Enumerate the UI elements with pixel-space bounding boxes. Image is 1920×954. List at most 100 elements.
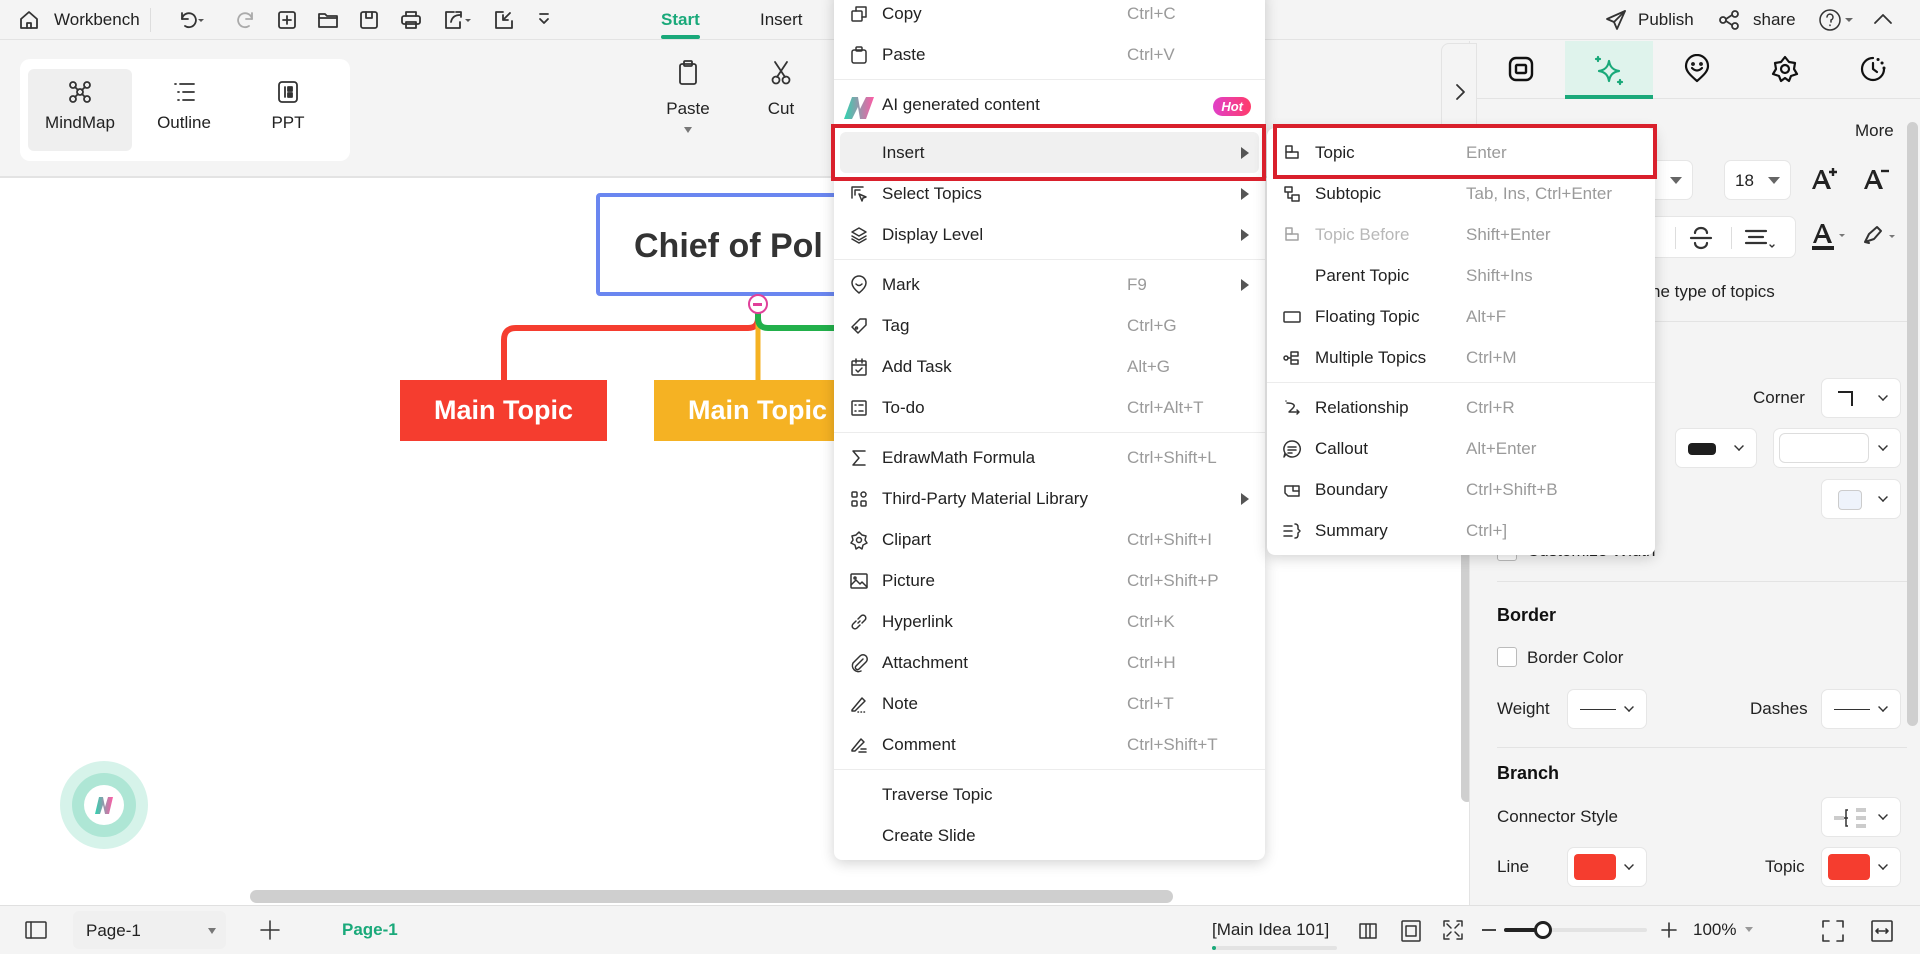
publish-icon[interactable] xyxy=(1604,9,1628,31)
menu-item-create-slide[interactable]: Create Slide xyxy=(840,815,1259,856)
menu-item-third-party-material-library[interactable]: Third-Party Material Library xyxy=(840,478,1259,519)
page-tab[interactable]: Page-1 xyxy=(342,920,398,940)
menu-item-floating-topic[interactable]: Floating Topic Alt+F xyxy=(1273,296,1649,337)
more-link[interactable]: More xyxy=(1855,121,1894,141)
line-color-select[interactable] xyxy=(1567,847,1647,887)
highlight-icon[interactable] xyxy=(1860,222,1900,250)
tab-mark[interactable] xyxy=(1653,41,1741,99)
fit-screen-icon[interactable] xyxy=(1442,919,1464,941)
ai-assistant-button[interactable] xyxy=(60,761,148,849)
menu-item-shortcut: Ctrl+Shift+I xyxy=(1127,530,1213,549)
book-icon[interactable] xyxy=(1357,920,1379,942)
menu-item-add-task[interactable]: Add Task Alt+G xyxy=(840,346,1259,387)
main-topic[interactable]: Main Topic xyxy=(400,380,607,441)
menu-item-subtopic[interactable]: Subtopic Tab, Ins, Ctrl+Enter xyxy=(1273,173,1649,214)
canvas-horizontal-scrollbar[interactable] xyxy=(250,890,1173,903)
menu-item-select-topics[interactable]: Select Topics xyxy=(840,173,1259,214)
menu-item-insert[interactable]: Insert xyxy=(840,132,1259,173)
menu-item-relationship[interactable]: Relationship Ctrl+R xyxy=(1273,387,1649,428)
zoom-in-icon[interactable] xyxy=(1660,919,1678,941)
history-icon xyxy=(1860,56,1886,82)
menu-item-clipart[interactable]: Clipart Ctrl+Shift+I xyxy=(840,519,1259,560)
menu-item-summary[interactable]: Summary Ctrl+] xyxy=(1273,510,1649,551)
todo-icon xyxy=(849,398,869,418)
menu-separator xyxy=(834,769,1265,770)
tab-clipart[interactable] xyxy=(1741,41,1829,99)
menu-item-hyperlink[interactable]: Hyperlink Ctrl+K xyxy=(840,601,1259,642)
topic-color-select[interactable] xyxy=(1821,847,1901,887)
menu-item-attachment[interactable]: Attachment Ctrl+H xyxy=(840,642,1259,683)
menu-item-parent-topic[interactable]: Parent Topic Shift+Ins xyxy=(1273,255,1649,296)
share-icon[interactable] xyxy=(1717,9,1741,31)
publish-button[interactable]: Publish xyxy=(1638,10,1694,30)
menu-item-shortcut: Tab, Ins, Ctrl+Enter xyxy=(1466,184,1612,203)
shape-fill-select[interactable] xyxy=(1773,428,1901,468)
add-page-icon[interactable] xyxy=(258,918,282,942)
menu-item-shortcut: Ctrl+V xyxy=(1127,45,1175,64)
menu-item-ai-generated-content[interactable]: AI generated content Hot xyxy=(840,84,1259,132)
menu-item-picture[interactable]: Picture Ctrl+Shift+P xyxy=(840,560,1259,601)
connector-style-select[interactable] xyxy=(1821,797,1901,837)
border-color-checkbox[interactable] xyxy=(1497,647,1517,667)
menu-item-shortcut: Ctrl+Shift+B xyxy=(1466,480,1558,499)
menu-item-comment[interactable]: Comment Ctrl+Shift+T xyxy=(840,724,1259,765)
align-icon[interactable] xyxy=(1743,225,1777,251)
menu-item-paste[interactable]: Paste Ctrl+V xyxy=(840,34,1259,75)
zoom-slider-knob[interactable] xyxy=(1533,921,1552,939)
menu-item-copy[interactable]: Copy Ctrl+C xyxy=(840,0,1259,34)
menu-item-display-level[interactable]: Display Level xyxy=(840,214,1259,255)
fullscreen-icon[interactable] xyxy=(1821,919,1845,943)
strikethrough-icon[interactable] xyxy=(1688,225,1714,251)
zoom-out-icon[interactable] xyxy=(1482,929,1496,931)
zoom-slider[interactable] xyxy=(1504,921,1647,939)
increase-font-icon[interactable] xyxy=(1809,165,1839,193)
fit-width-icon[interactable] xyxy=(1870,919,1894,943)
border-weight-select[interactable] xyxy=(1567,689,1647,729)
menu-item-topic[interactable]: Topic Enter xyxy=(1273,132,1649,173)
collapse-branch-icon[interactable] xyxy=(748,294,768,314)
menu-item-shortcut: Ctrl+C xyxy=(1127,4,1176,23)
corner-select[interactable] xyxy=(1821,378,1901,418)
menu-item-label: Boundary xyxy=(1315,480,1388,499)
help-icon[interactable] xyxy=(1818,8,1858,32)
page-select[interactable]: Page-1 xyxy=(73,911,226,949)
menu-item-callout[interactable]: Callout Alt+Enter xyxy=(1273,428,1649,469)
font-size-select[interactable]: 18 xyxy=(1724,160,1791,200)
share-button[interactable]: share xyxy=(1753,10,1796,30)
toggle-sidebar-icon[interactable] xyxy=(24,920,48,940)
menu-item-edrawmath-formula[interactable]: EdrawMath Formula Ctrl+Shift+L xyxy=(840,437,1259,478)
fit-page-icon[interactable] xyxy=(1400,919,1422,943)
menu-item-traverse-topic[interactable]: Traverse Topic xyxy=(840,774,1259,815)
font-color-icon[interactable] xyxy=(1810,221,1850,253)
line-preview xyxy=(1834,709,1870,710)
text-color-select[interactable] xyxy=(1675,428,1757,468)
menu-item-note[interactable]: Note Ctrl+T xyxy=(840,683,1259,724)
fill-preview xyxy=(1779,433,1869,463)
menu-item-boundary[interactable]: Boundary Ctrl+Shift+B xyxy=(1273,469,1649,510)
menu-item-label: Display Level xyxy=(882,225,984,244)
tab-style[interactable] xyxy=(1477,41,1565,99)
tab-history[interactable] xyxy=(1829,41,1917,99)
panel-scrollbar[interactable] xyxy=(1907,122,1918,726)
line-color-label: Line xyxy=(1497,857,1530,876)
fill-color-swatch xyxy=(1838,490,1862,510)
tab-ai[interactable] xyxy=(1565,41,1653,99)
main-topic[interactable]: Main Topic xyxy=(654,380,861,441)
menu-item-label: Clipart xyxy=(882,530,932,549)
topic-color-label: Topic xyxy=(1765,857,1805,876)
fill-color-select[interactable] xyxy=(1821,479,1901,519)
menu-item-multiple-topics[interactable]: Multiple Topics Ctrl+M xyxy=(1273,337,1649,378)
menu-item-label: Topic Before xyxy=(1315,225,1410,244)
zoom-dropdown-icon[interactable] xyxy=(1745,927,1753,932)
dashes-label: Dashes xyxy=(1750,699,1808,718)
zoom-level[interactable]: 100% xyxy=(1693,920,1736,940)
picture-icon xyxy=(849,571,869,591)
hot-badge: Hot xyxy=(1213,97,1251,116)
collapse-panel-button[interactable] xyxy=(1441,43,1477,141)
decrease-font-icon[interactable] xyxy=(1861,165,1891,193)
border-dashes-select[interactable] xyxy=(1821,689,1901,729)
collapse-ribbon-icon[interactable] xyxy=(1872,10,1894,28)
menu-item-to-do[interactable]: To-do Ctrl+Alt+T xyxy=(840,387,1259,428)
menu-item-mark[interactable]: Mark F9 xyxy=(840,264,1259,305)
menu-item-tag[interactable]: Tag Ctrl+G xyxy=(840,305,1259,346)
